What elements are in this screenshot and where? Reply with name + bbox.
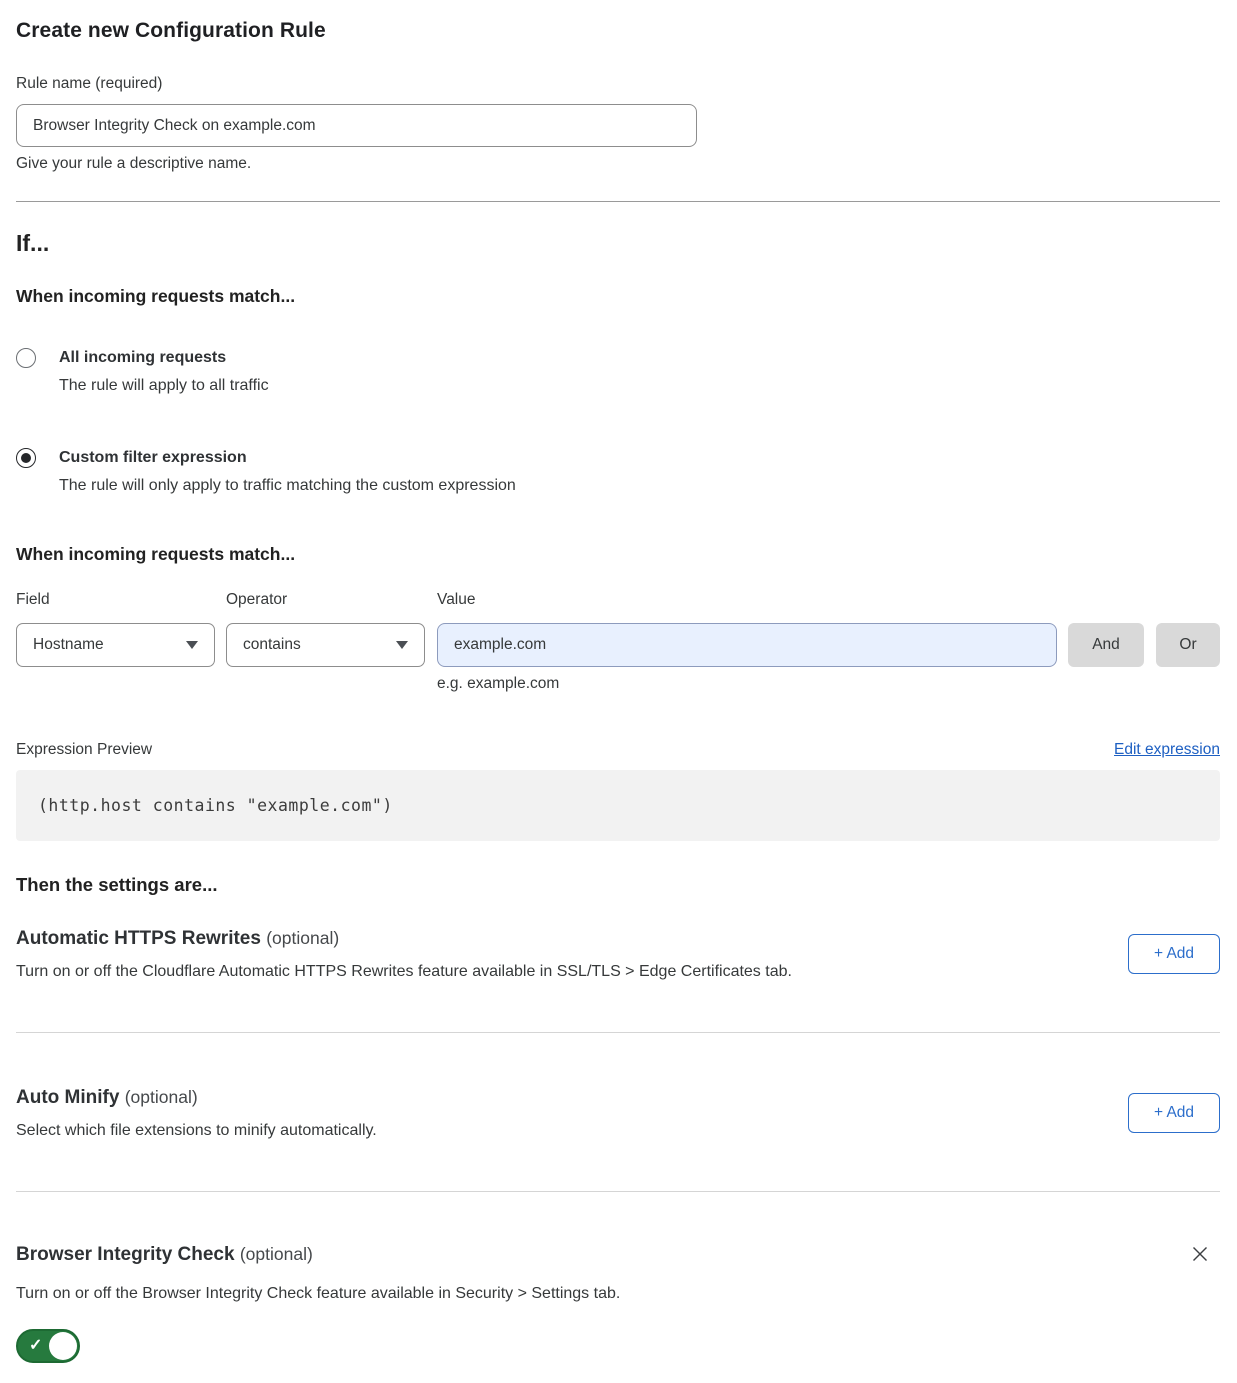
- rule-name-input[interactable]: [16, 104, 697, 147]
- radio-option-label: Custom filter expression: [59, 447, 516, 468]
- radio-option-all-incoming-requests[interactable]: All incoming requests The rule will appl…: [16, 347, 1220, 396]
- page-title: Create new Configuration Rule: [16, 18, 1220, 44]
- setting-divider: [16, 1032, 1220, 1033]
- operator-column-label: Operator: [226, 590, 437, 610]
- filter-builder-heading: When incoming requests match...: [16, 543, 1220, 565]
- close-icon: [1190, 1244, 1210, 1264]
- setting-description: Select which file extensions to minify a…: [16, 1120, 377, 1141]
- check-icon: ✓: [29, 1338, 42, 1354]
- radio-option-description: The rule will apply to all traffic: [59, 375, 269, 396]
- chevron-down-icon: [186, 641, 198, 649]
- section-divider: [16, 201, 1220, 202]
- setting-title: Browser Integrity Check (optional): [16, 1242, 313, 1267]
- radio-option-label: All incoming requests: [59, 347, 269, 368]
- value-input[interactable]: [437, 623, 1057, 667]
- expression-code: (http.host contains "example.com"): [38, 796, 393, 815]
- filter-column-labels: Field Operator Value: [16, 590, 1220, 610]
- edit-expression-link[interactable]: Edit expression: [1114, 739, 1220, 761]
- browser-integrity-check-toggle[interactable]: ✓: [16, 1329, 80, 1363]
- value-helper-text: e.g. example.com: [437, 674, 1220, 694]
- operator-dropdown-value: contains: [243, 636, 301, 654]
- radio-option-custom-filter-expression[interactable]: Custom filter expression The rule will o…: [16, 447, 1220, 496]
- value-column-label: Value: [437, 590, 1220, 610]
- radio-button-selected[interactable]: [16, 448, 36, 468]
- when-requests-match-heading: When incoming requests match...: [16, 285, 1220, 307]
- add-auto-minify-button[interactable]: + Add: [1128, 1093, 1220, 1133]
- and-button[interactable]: And: [1068, 623, 1144, 667]
- radio-button-unselected[interactable]: [16, 348, 36, 368]
- optional-tag: (optional): [266, 928, 339, 948]
- setting-row-automatic-https-rewrites: Automatic HTTPS Rewrites (optional) Turn…: [16, 926, 1220, 982]
- setting-divider: [16, 1191, 1220, 1192]
- create-configuration-rule-form: Create new Configuration Rule Rule name …: [0, 0, 1237, 1383]
- field-dropdown[interactable]: Hostname: [16, 623, 215, 667]
- optional-tag: (optional): [240, 1244, 313, 1264]
- setting-title: Automatic HTTPS Rewrites (optional): [16, 926, 792, 951]
- rule-name-helper-text: Give your rule a descriptive name.: [16, 154, 1220, 174]
- optional-tag: (optional): [125, 1087, 198, 1107]
- field-dropdown-value: Hostname: [33, 636, 104, 654]
- remove-setting-button[interactable]: [1190, 1244, 1210, 1264]
- or-button[interactable]: Or: [1156, 623, 1220, 667]
- setting-row-browser-integrity-check: Browser Integrity Check (optional) Turn …: [16, 1242, 1220, 1363]
- operator-dropdown[interactable]: contains: [226, 623, 425, 667]
- setting-title: Auto Minify (optional): [16, 1085, 377, 1110]
- if-heading: If...: [16, 228, 1220, 258]
- setting-description: Turn on or off the Cloudflare Automatic …: [16, 961, 792, 982]
- toggle-knob: [49, 1332, 77, 1360]
- radio-option-description: The rule will only apply to traffic matc…: [59, 475, 516, 496]
- then-settings-heading: Then the settings are...: [16, 873, 1220, 897]
- expression-preview-box: (http.host contains "example.com"): [16, 770, 1220, 841]
- setting-row-auto-minify: Auto Minify (optional) Select which file…: [16, 1085, 1220, 1141]
- chevron-down-icon: [396, 641, 408, 649]
- rule-name-label: Rule name (required): [16, 74, 1220, 94]
- field-column-label: Field: [16, 590, 226, 610]
- add-automatic-https-rewrites-button[interactable]: + Add: [1128, 934, 1220, 974]
- setting-description: Turn on or off the Browser Integrity Che…: [16, 1283, 1220, 1304]
- expression-preview-label: Expression Preview: [16, 739, 152, 761]
